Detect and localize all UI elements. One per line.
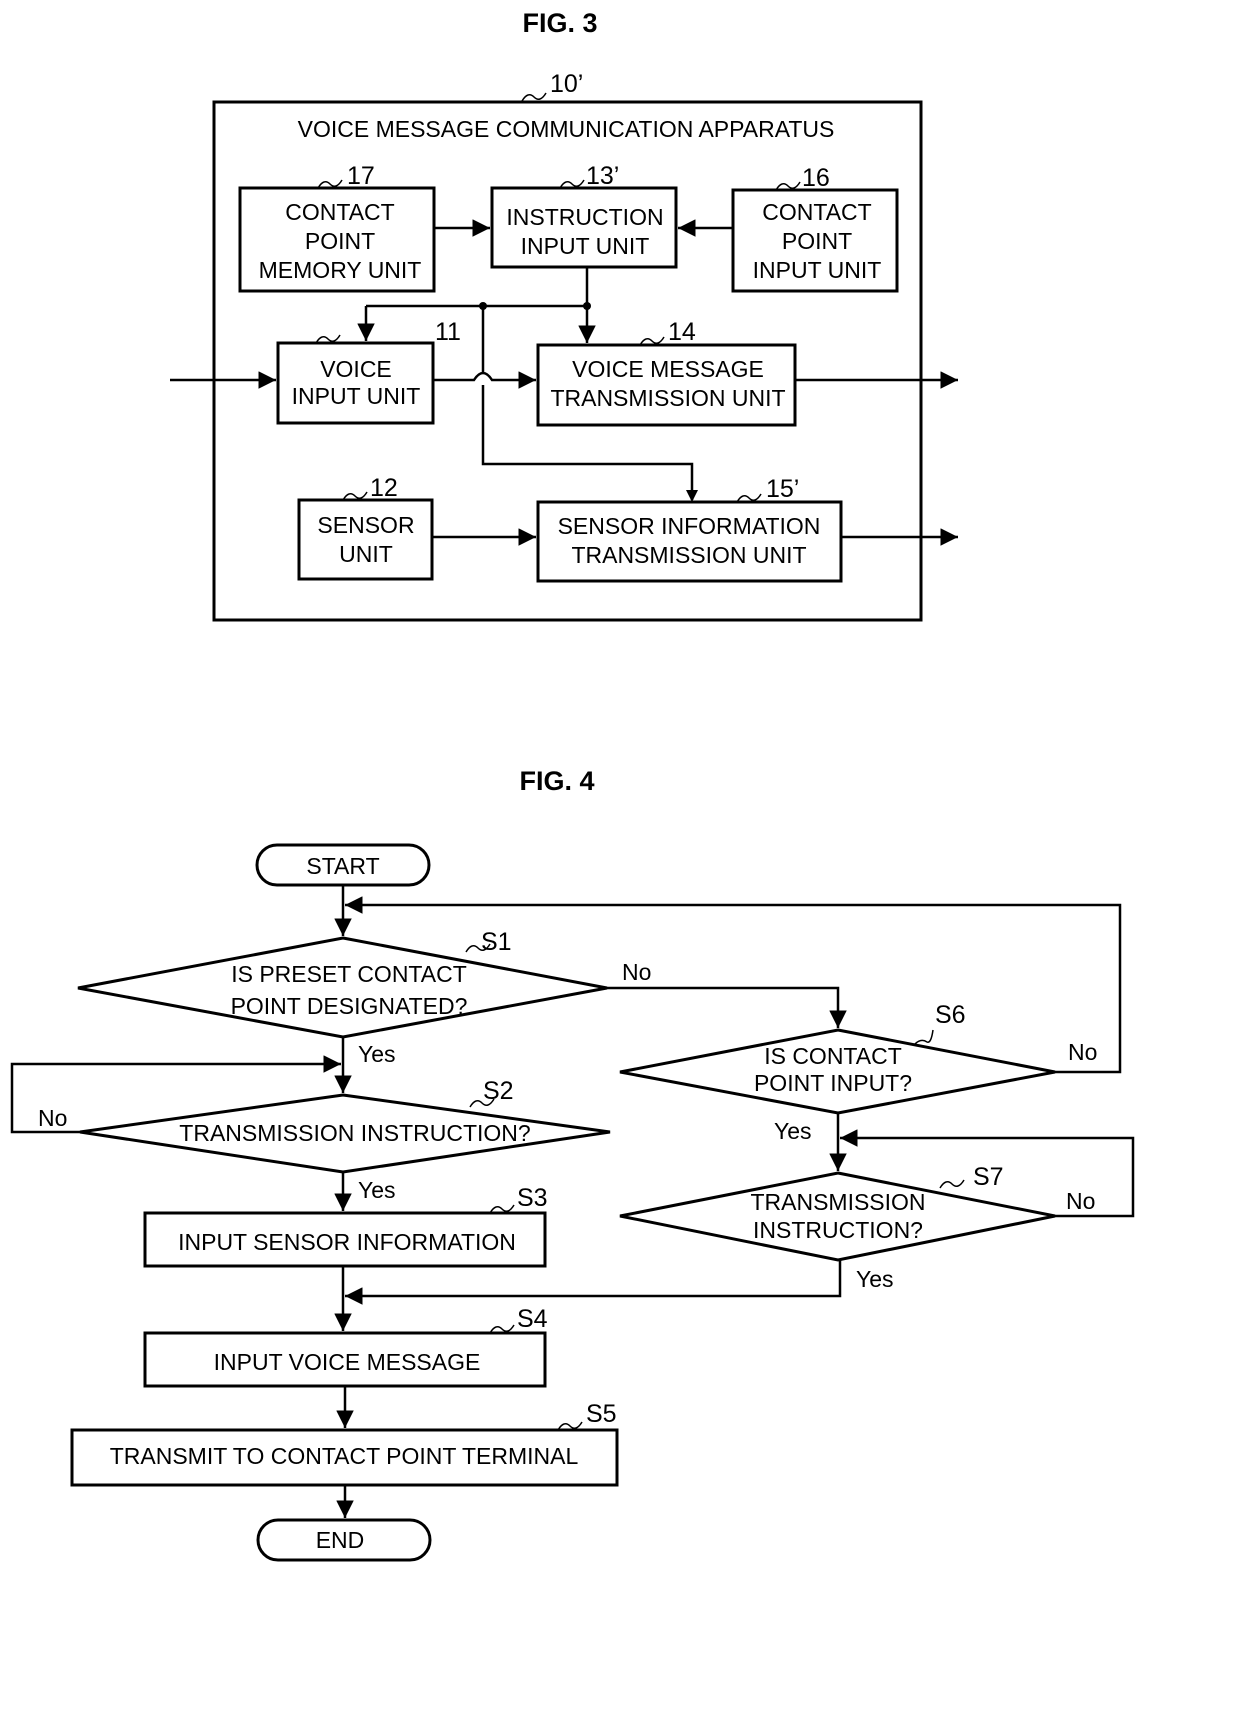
step-text-line: TRANSMISSION INSTRUCTION? — [179, 1120, 530, 1146]
block-label-line: VOICE — [320, 356, 392, 382]
ref-16: 16 — [802, 164, 830, 192]
step-id-s2: S2 — [483, 1077, 514, 1105]
block-label-line: CONTACT — [762, 199, 871, 225]
block-label-line: POINT — [305, 228, 375, 254]
block-label-line: CONTACT — [285, 199, 394, 225]
step-id-s4: S4 — [517, 1305, 548, 1333]
edge-label-s7-no: No — [1066, 1188, 1095, 1214]
ref-15: 15’ — [766, 475, 799, 503]
edge-label-s7-yes: Yes — [856, 1266, 894, 1292]
ref-13: 13’ — [586, 162, 619, 190]
step-text-line: IS PRESET CONTACT — [231, 961, 467, 987]
block-label-line: VOICE MESSAGE — [572, 356, 764, 382]
fig3-title: FIG. 3 — [522, 8, 597, 38]
end-label: END — [316, 1527, 365, 1553]
step-text-line: TRANSMIT TO CONTACT POINT TERMINAL — [110, 1443, 579, 1469]
ref-leader-10 — [521, 92, 547, 102]
start-label: START — [306, 853, 379, 879]
process-s4: S4 INPUT VOICE MESSAGE — [143, 1305, 548, 1388]
arrow-s1-no-to-s6 — [607, 986, 847, 1028]
block-label-line: TRANSMISSION UNIT — [571, 542, 806, 568]
block-label-line: INPUT UNIT — [521, 233, 650, 259]
edge-label-s6-no: No — [1068, 1039, 1097, 1065]
edge-label-s2-yes: Yes — [358, 1177, 396, 1203]
fig4-title: FIG. 4 — [519, 766, 594, 796]
block-label-line: INPUT UNIT — [753, 257, 882, 283]
block-label-line: SENSOR — [317, 512, 414, 538]
block-label-line: INPUT UNIT — [292, 383, 421, 409]
block-label-line: MEMORY UNIT — [259, 257, 422, 283]
ref-17: 17 — [347, 162, 375, 190]
step-id-s5: S5 — [586, 1400, 617, 1428]
block-label-line: INSTRUCTION — [506, 204, 663, 230]
decision-s7: S7 TRANSMISSION INSTRUCTION? — [619, 1163, 1056, 1262]
apparatus-label: VOICE MESSAGE COMMUNICATION APPARATUS — [298, 116, 835, 142]
step-id-s7: S7 — [973, 1163, 1004, 1191]
block-label-line: SENSOR INFORMATION — [558, 513, 821, 539]
figure-3: FIG. 3 10’ VOICE MESSAGE COMMUNICATION A… — [170, 8, 958, 622]
terminal-end: END — [256, 1518, 432, 1562]
ref-10: 10’ — [550, 70, 583, 98]
step-id-s6: S6 — [935, 1001, 966, 1029]
step-text-line: INSTRUCTION? — [753, 1217, 923, 1243]
process-s3: S3 INPUT SENSOR INFORMATION — [143, 1184, 548, 1268]
step-text-line: IS CONTACT — [764, 1043, 902, 1069]
figure-4: FIG. 4 START S1 IS PRESET CONTACT POINT … — [10, 766, 1135, 1562]
step-id-s3: S3 — [517, 1184, 548, 1212]
step-text-line: TRANSMISSION — [750, 1189, 925, 1215]
block-label-line: TRANSMISSION UNIT — [550, 385, 785, 411]
ref-12: 12 — [370, 474, 398, 502]
step-id-s1: S1 — [481, 928, 512, 956]
step-text-line: POINT INPUT? — [754, 1070, 912, 1096]
terminal-start: START — [255, 843, 431, 887]
ref-14: 14 — [668, 318, 696, 346]
decision-s1: S1 IS PRESET CONTACT POINT DESIGNATED? — [77, 928, 608, 1039]
edge-label-s1-no: No — [622, 959, 651, 985]
ref-11: 11 — [435, 318, 461, 346]
block-label-line: POINT — [782, 228, 852, 254]
step-text-line: INPUT VOICE MESSAGE — [214, 1349, 481, 1375]
edge-label-s6-yes: Yes — [774, 1118, 812, 1144]
step-text-line: INPUT SENSOR INFORMATION — [178, 1229, 516, 1255]
decision-s2: S2 TRANSMISSION INSTRUCTION? — [79, 1077, 611, 1174]
edge-label-s1-yes: Yes — [358, 1041, 396, 1067]
step-text-line: POINT DESIGNATED? — [231, 993, 468, 1019]
patent-figures: FIG. 3 10’ VOICE MESSAGE COMMUNICATION A… — [10, 8, 1135, 1562]
block-label-line: UNIT — [339, 541, 393, 567]
edge-label-s2-no: No — [38, 1105, 67, 1131]
